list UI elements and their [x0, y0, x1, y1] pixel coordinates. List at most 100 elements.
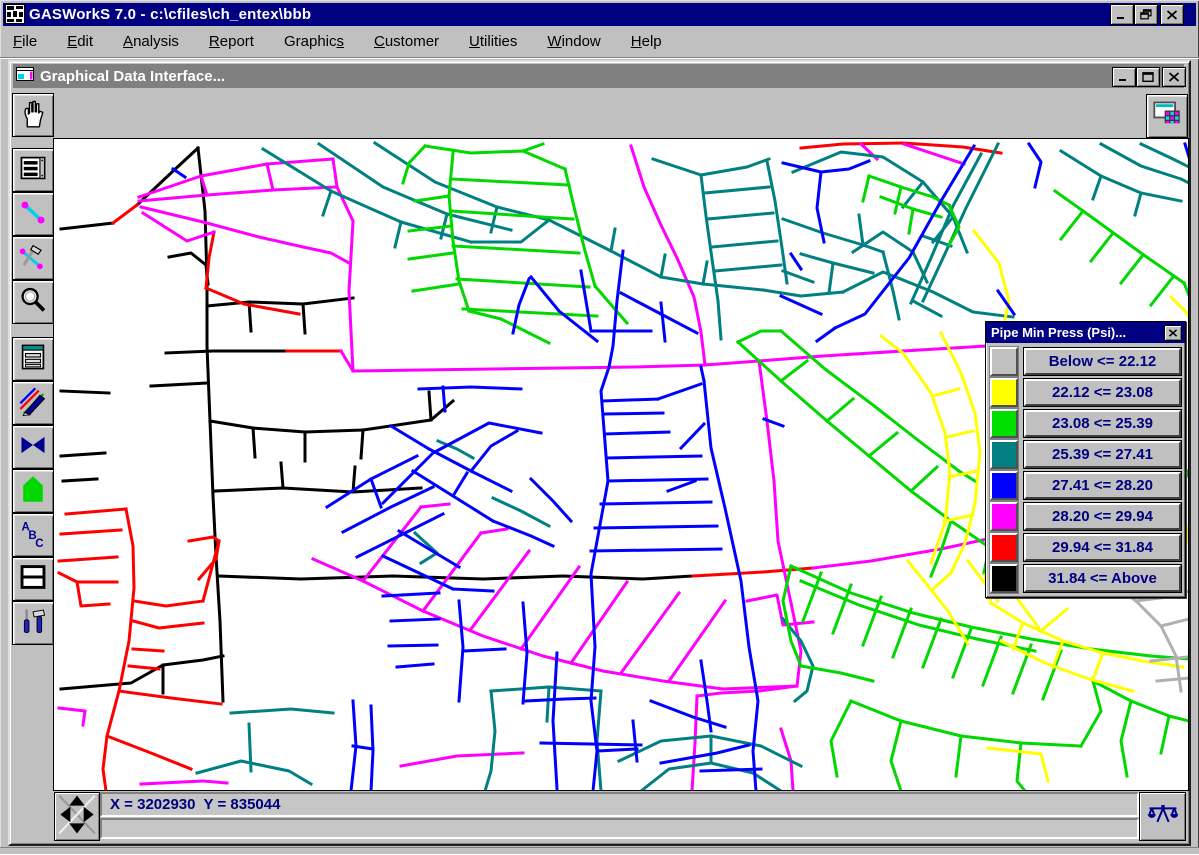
legend-color-swatch[interactable]	[990, 378, 1018, 407]
scale-button[interactable]	[1139, 792, 1186, 841]
pipe-segment[interactable]	[63, 479, 97, 481]
pipe-segment[interactable]	[947, 431, 973, 437]
pipe-segment[interactable]	[547, 687, 549, 721]
pipe-segment[interactable]	[395, 222, 401, 247]
pipe-segment[interactable]	[215, 488, 421, 492]
pipe-segment[interactable]	[303, 247, 349, 263]
pipe-segment[interactable]	[281, 463, 283, 488]
pipe-segment[interactable]	[597, 691, 601, 790]
pipe-segment[interactable]	[1161, 619, 1188, 626]
pipe-segment[interactable]	[129, 666, 159, 669]
legend-panel[interactable]: Pipe Min Press (Psi)... Below <= 22.1222…	[985, 321, 1186, 598]
pipe-segment[interactable]	[605, 432, 669, 434]
pipe-segment[interactable]	[107, 736, 191, 769]
pipe-segment[interactable]	[1151, 277, 1173, 305]
pipe-segment[interactable]	[701, 367, 704, 381]
report-button[interactable]	[12, 337, 54, 381]
pipe-segment[interactable]	[443, 387, 445, 411]
pipe-segment[interactable]	[429, 392, 431, 420]
pipe-segment[interactable]	[956, 736, 961, 776]
legend-color-swatch[interactable]	[990, 409, 1018, 438]
legend-range-box[interactable]: 31.84 <= Above	[1024, 565, 1181, 592]
pipe-segment[interactable]	[1093, 681, 1188, 721]
pipe-segment[interactable]	[661, 255, 665, 277]
pipe-segment[interactable]	[603, 399, 658, 401]
utilities-button[interactable]	[12, 601, 54, 645]
pipe-segment[interactable]	[513, 279, 529, 333]
pipe-segment[interactable]	[791, 254, 801, 269]
pipe-segment[interactable]	[705, 187, 769, 193]
pipe-segment[interactable]	[1101, 144, 1188, 183]
pipe-segment[interactable]	[859, 215, 863, 245]
pipe-segment[interactable]	[1141, 144, 1188, 167]
pipe-segment[interactable]	[621, 293, 697, 333]
app-titlebar[interactable]: GASWorkS 7.0 - c:\cfiles\ch_entex\bbb	[3, 3, 1196, 26]
pipe-segment[interactable]	[485, 691, 495, 790]
pipe-segment[interactable]	[453, 473, 467, 496]
pipe-segment[interactable]	[621, 593, 679, 673]
pipe-segment[interactable]	[781, 296, 821, 314]
menu-item-edit[interactable]: Edit	[57, 29, 103, 54]
pipe-segment[interactable]	[521, 567, 579, 649]
pipe-segment[interactable]	[759, 361, 801, 686]
pipe-segment[interactable]	[863, 597, 881, 645]
pipe-segment[interactable]	[595, 526, 717, 528]
pipe-segment[interactable]	[409, 253, 453, 259]
pipe-segment[interactable]	[895, 187, 901, 213]
pipe-segment[interactable]	[581, 271, 591, 331]
legend-range-box[interactable]: Below <= 22.12	[1024, 348, 1181, 375]
pipe-segment[interactable]	[703, 262, 707, 284]
pipe-segment[interactable]	[415, 196, 449, 201]
pipe-segment[interactable]	[1187, 526, 1188, 543]
pipe-segment[interactable]	[119, 691, 221, 704]
pipe-segment[interactable]	[423, 533, 481, 611]
legend-range-box[interactable]: 23.08 <= 25.39	[1024, 410, 1181, 437]
pipe-segment[interactable]	[341, 342, 1039, 371]
child-maximize-button[interactable]	[1136, 67, 1160, 87]
legend-color-swatch[interactable]	[990, 533, 1018, 562]
legend-color-swatch[interactable]	[990, 347, 1018, 376]
pipe-segment[interactable]	[61, 530, 121, 534]
menu-item-help[interactable]: Help	[621, 29, 672, 54]
pipe-segment[interactable]	[911, 467, 937, 491]
legend-close-button[interactable]	[1164, 325, 1182, 341]
pipe-segment[interactable]	[1161, 716, 1169, 753]
pipe-segment[interactable]	[61, 453, 105, 456]
pipe-segment[interactable]	[571, 582, 627, 663]
pipe-segment[interactable]	[389, 645, 437, 646]
pipe-segment[interactable]	[781, 361, 807, 381]
child-titlebar[interactable]: Graphical Data Interface...	[13, 64, 1184, 88]
pipe-segment[interactable]	[219, 576, 693, 579]
pipe-segment[interactable]	[983, 637, 1001, 685]
pipe-segment[interactable]	[653, 159, 769, 175]
pipe-segment[interactable]	[1043, 651, 1061, 699]
display-settings-button[interactable]	[1146, 94, 1188, 138]
pipe-segment[interactable]	[525, 698, 595, 701]
pipe-segment[interactable]	[210, 401, 453, 432]
pipe-segment[interactable]	[601, 502, 711, 504]
menu-item-window[interactable]: Window	[537, 29, 610, 54]
pipe-segment[interactable]	[1055, 191, 1184, 283]
pipe-segment[interactable]	[1157, 678, 1188, 681]
pipe-segment[interactable]	[1061, 151, 1181, 201]
pipe-segment[interactable]	[1184, 283, 1188, 295]
pipe-segment[interactable]	[134, 601, 203, 606]
pipe-segment[interactable]	[605, 413, 663, 414]
pipe-segment[interactable]	[66, 509, 126, 514]
pipe-segment[interactable]	[908, 561, 968, 644]
pipe-segment[interactable]	[1081, 681, 1101, 746]
pipe-segment[interactable]	[669, 601, 725, 681]
pipe-segment[interactable]	[1061, 211, 1083, 239]
pipe-segment[interactable]	[267, 164, 273, 190]
pipe-segment[interactable]	[103, 509, 134, 790]
pipe-segment[interactable]	[361, 430, 363, 458]
pipe-segment[interactable]	[851, 701, 1081, 746]
text-tool-button[interactable]: ABC	[12, 513, 54, 557]
restore-button[interactable]	[1134, 4, 1158, 25]
pipe-segment[interactable]	[817, 328, 835, 341]
pipe-segment[interactable]	[413, 284, 459, 291]
pipe-segment[interactable]	[1093, 653, 1103, 679]
pipe-segment[interactable]	[831, 701, 851, 776]
pipe-segment[interactable]	[738, 331, 781, 342]
pipe-segment[interactable]	[651, 701, 725, 727]
